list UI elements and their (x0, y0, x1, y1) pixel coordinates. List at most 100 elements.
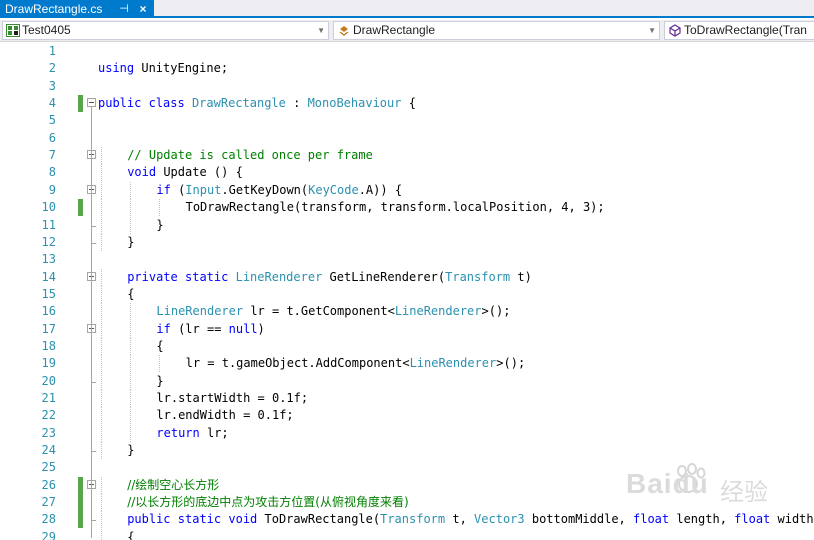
line-number: 21 (41, 391, 56, 405)
code-token: private (127, 269, 178, 284)
indent-guide (130, 355, 132, 373)
code-line[interactable]: 23 return lr; (0, 424, 814, 442)
indent-guide (101, 147, 102, 165)
code-line[interactable]: 4 public class DrawRectangle : MonoBehavi… (0, 95, 814, 113)
outline-region-end (91, 242, 96, 244)
code-line[interactable]: 16 LineRenderer lr = t.GetComponent<LineR… (0, 303, 814, 321)
code-token: LineRenderer (394, 304, 482, 319)
indent-guide (101, 476, 102, 494)
code-token: (lr == (170, 321, 229, 336)
project-dropdown[interactable]: Test0405 ▼ (2, 21, 329, 40)
outline-region-line (91, 488, 92, 538)
indent-guide (159, 199, 161, 217)
close-icon[interactable]: × (136, 0, 150, 18)
code-line[interactable]: 20} (0, 372, 814, 390)
code-line[interactable]: 19 lr = t.gameObject.AddComponent<LineRen… (0, 355, 814, 373)
code-token: >(); (496, 356, 526, 371)
code-token: null (228, 321, 258, 336)
code-line[interactable]: 2 using UnityEngine; (0, 60, 814, 77)
code-token: ToDrawRectangle(transform, transform.loc… (185, 200, 605, 215)
code-line[interactable]: 28 public static void ToDrawRectangle(Tra… (0, 511, 814, 529)
method-icon (669, 24, 681, 37)
code-line[interactable]: 1 (0, 43, 814, 60)
code-token: { (401, 96, 416, 111)
outline-region-end (91, 225, 96, 227)
line-number: 18 (41, 338, 56, 353)
indent-guide (101, 216, 102, 234)
code-token: // Update is called once per frame (127, 148, 373, 163)
code-text: { (156, 338, 163, 355)
indent-guide (130, 424, 132, 442)
outline-region-line (91, 193, 92, 226)
code-text: //以长方形的底边中点为攻击方位置(从俯视角度来看) (127, 494, 408, 511)
code-line[interactable]: 15 { (0, 285, 814, 303)
code-line[interactable]: 8 void Update () { (0, 164, 814, 182)
indent-guide (101, 424, 102, 442)
code-token: width) (777, 512, 814, 527)
code-line[interactable]: 22 lr.endWidth = 0.1f; (0, 407, 814, 425)
code-token: public (98, 96, 142, 111)
code-token: length, (669, 512, 735, 527)
code-line[interactable]: 6 (0, 130, 814, 147)
code-line[interactable]: 13 (0, 251, 814, 268)
code-line[interactable]: 9 if (Input.GetKeyDown(KeyCode.A)) { (0, 181, 814, 199)
code-token: void (127, 165, 157, 180)
watermark-cjk: 经验 (720, 478, 768, 506)
code-token: ToDrawRectangle( (257, 512, 381, 527)
indent-guide (101, 303, 102, 321)
outline-region-end (91, 381, 96, 383)
code-line[interactable]: 12} (0, 233, 814, 251)
code-token: MonoBehaviour (307, 96, 402, 111)
code-text: ToDrawRectangle(transform, transform.loc… (186, 199, 605, 216)
code-text: { (127, 529, 134, 540)
code-token: } (156, 217, 164, 232)
code-token: Input (185, 182, 222, 197)
change-marker (78, 511, 83, 529)
indent-guide (130, 303, 132, 321)
code-line[interactable]: 7 // Update is called once per frame (0, 147, 814, 165)
code-line[interactable]: 10 ToDrawRectangle(transform, transform.l… (0, 199, 814, 217)
indent-guide (101, 372, 102, 390)
line-number: 5 (48, 113, 56, 128)
code-line[interactable]: 18 { (0, 337, 814, 355)
indent-guide (101, 390, 102, 407)
class-dropdown[interactable]: DrawRectangle ▼ (333, 21, 660, 40)
code-token: Transform (445, 269, 511, 284)
code-token: public (127, 512, 171, 527)
code-line[interactable]: 11} (0, 216, 814, 234)
code-token: LineRenderer (235, 269, 323, 284)
code-text: } (156, 217, 163, 234)
member-dropdown[interactable]: ToDrawRectangle(Tran (664, 21, 814, 40)
code-token: //绘制空心长方形 (127, 477, 220, 492)
code-text: } (127, 442, 134, 459)
code-line[interactable]: 3 (0, 78, 814, 95)
code-line[interactable]: 5 (0, 112, 814, 129)
indent-guide (130, 199, 132, 217)
code-line[interactable]: 21 lr.startWidth = 0.1f; (0, 390, 814, 407)
line-number: 10 (41, 200, 56, 215)
indent-guide (130, 390, 132, 407)
code-line[interactable]: 24} (0, 442, 814, 460)
code-line[interactable]: 14 private static LineRenderer GetLineRen… (0, 268, 814, 286)
code-token: if (156, 321, 171, 336)
line-number: 9 (48, 182, 56, 197)
watermark-text: Baidu (626, 468, 709, 499)
line-number: 1 (48, 44, 56, 58)
indent-guide (101, 337, 102, 355)
line-number: 26 (41, 477, 56, 492)
pin-icon[interactable]: ⊣ (117, 0, 131, 18)
tab-drawrectangle-cs[interactable]: DrawRectangle.cs ⊣ × (0, 0, 154, 18)
code-line[interactable]: 17 if (lr == null) (0, 320, 814, 338)
code-text: if (Input.GetKeyDown(KeyCode.A)) { (156, 182, 402, 199)
indent-guide (101, 199, 102, 217)
indent-guide (101, 494, 102, 512)
indent-guide (101, 528, 102, 540)
code-token: float (633, 512, 670, 527)
code-text: LineRenderer lr = t.GetComponent<LineRen… (156, 303, 510, 320)
code-token: bottomMiddle, (524, 512, 633, 527)
collapse-icon[interactable] (87, 98, 96, 108)
code-text: public static void ToDrawRectangle(Trans… (127, 511, 814, 528)
code-line[interactable]: 29 { (0, 528, 814, 540)
